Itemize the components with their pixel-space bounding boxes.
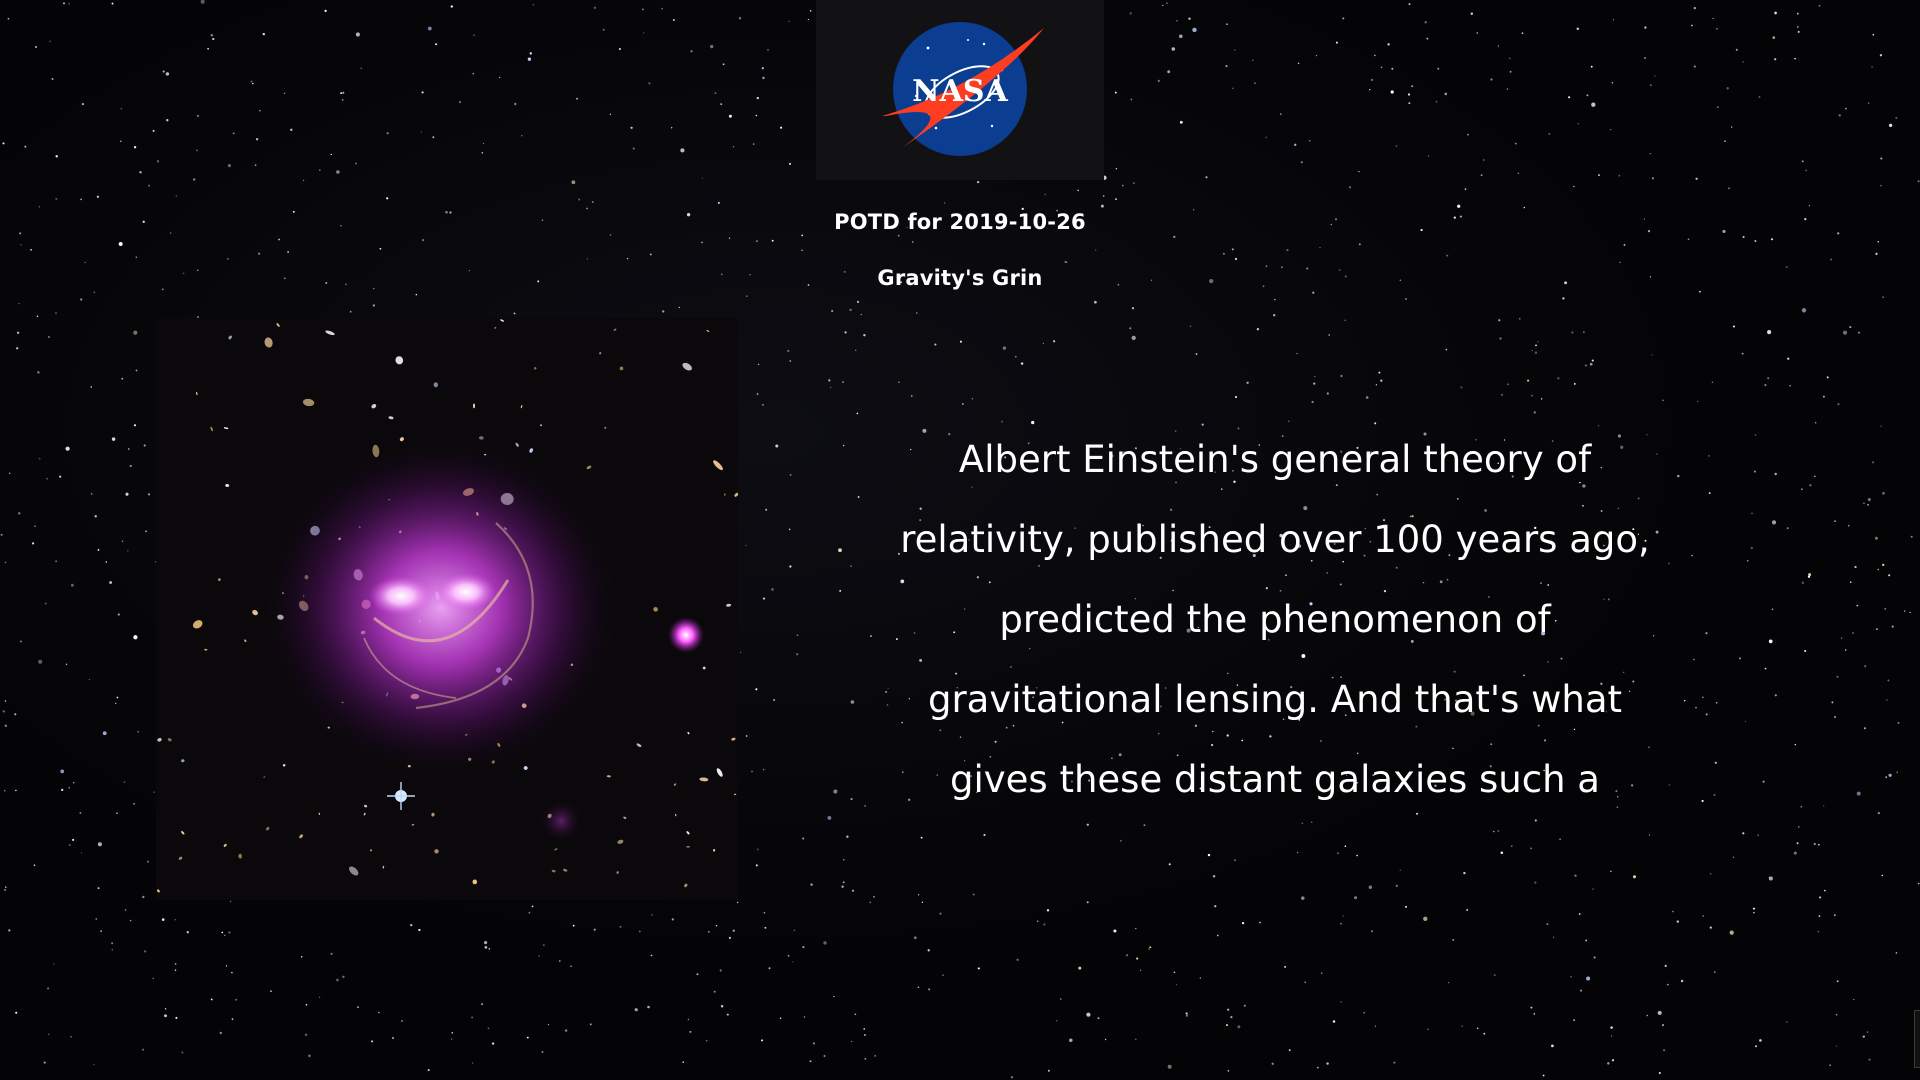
potd-date-label: POTD for 2019-10-26 xyxy=(834,210,1086,234)
potd-page: NASA POTD for 2019-10-26 Gravity's Grin xyxy=(0,0,1920,1080)
galaxy-cluster-image xyxy=(156,318,738,900)
potd-title: Gravity's Grin xyxy=(877,266,1043,290)
nasa-meatball-icon: NASA xyxy=(882,22,1044,156)
potd-explanation: Albert Einstein's general theory of rela… xyxy=(900,438,1650,801)
scrollbar[interactable] xyxy=(1914,1010,1920,1068)
apod-image[interactable] xyxy=(156,318,738,900)
nasa-logo[interactable]: NASA xyxy=(816,0,1104,180)
svg-text:NASA: NASA xyxy=(912,74,1008,109)
